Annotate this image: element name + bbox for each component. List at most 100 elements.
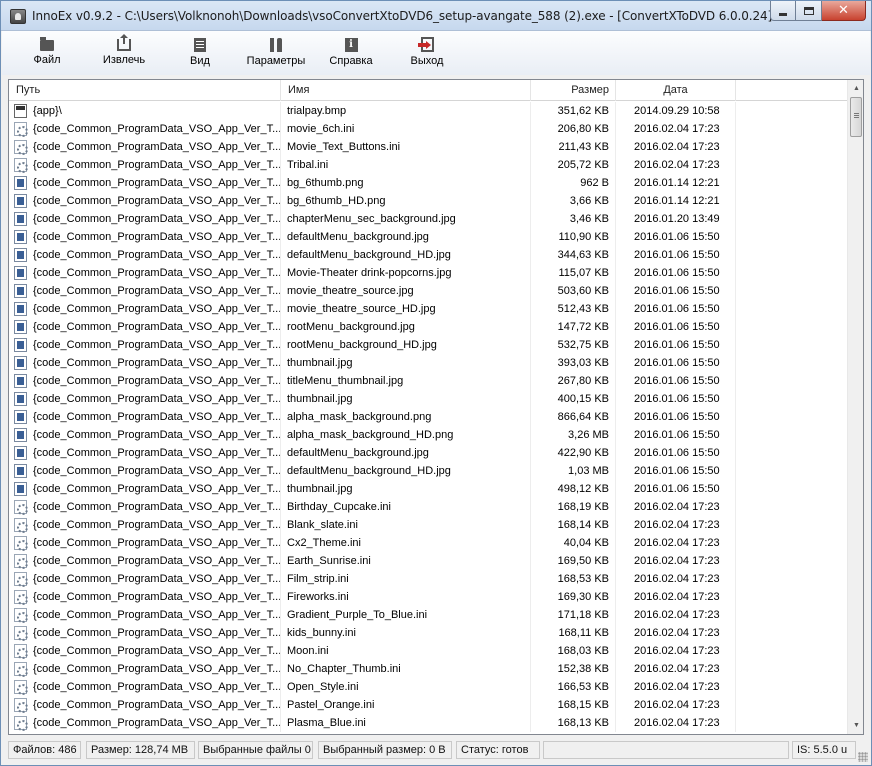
cell-date: 2016.02.04 17:23 (616, 624, 736, 642)
table-row[interactable]: {code_Common_ProgramData_VSO_App_Ver_T..… (9, 336, 847, 354)
table-row[interactable]: {code_Common_ProgramData_VSO_App_Ver_T..… (9, 570, 847, 588)
table-row[interactable]: {code_Common_ProgramData_VSO_App_Ver_T..… (9, 282, 847, 300)
table-row[interactable]: {code_Common_ProgramData_VSO_App_Ver_T..… (9, 120, 847, 138)
file-list[interactable]: Путь Имя Размер Дата {app}\ trialpay.bmp 3… (8, 79, 864, 735)
file-button[interactable]: Файл (31, 37, 63, 71)
table-row[interactable]: {code_Common_ProgramData_VSO_App_Ver_T..… (9, 606, 847, 624)
table-row[interactable]: {code_Common_ProgramData_VSO_App_Ver_T..… (9, 390, 847, 408)
table-row[interactable]: {code_Common_ProgramData_VSO_App_Ver_T..… (9, 714, 847, 732)
minimize-button[interactable] (770, 1, 796, 21)
cell-date: 2016.02.04 17:23 (616, 552, 736, 570)
params-button[interactable]: Параметры (243, 37, 309, 71)
path-text: {code_Common_ProgramData_VSO_App_Ver_T..… (33, 627, 281, 639)
table-row[interactable]: {app}\ trialpay.bmp 351,62 KB 2014.09.29 10… (9, 102, 847, 120)
table-row[interactable]: {code_Common_ProgramData_VSO_App_Ver_T..… (9, 174, 847, 192)
cell-date: 2016.02.04 17:23 (616, 534, 736, 552)
status-total-size: Размер: 128,74 MB (86, 741, 195, 759)
cell-size: 169,50 KB (531, 552, 616, 570)
cell-name: movie_6ch.ini (281, 120, 531, 138)
scroll-down-arrow-icon[interactable]: ▼ (848, 717, 863, 734)
cell-path: {code_Common_ProgramData_VSO_App_Ver_T..… (9, 138, 281, 156)
table-row[interactable]: {code_Common_ProgramData_VSO_App_Ver_T..… (9, 300, 847, 318)
table-row[interactable]: {code_Common_ProgramData_VSO_App_Ver_T..… (9, 228, 847, 246)
scrollbar-thumb[interactable] (850, 97, 862, 137)
table-row[interactable]: {code_Common_ProgramData_VSO_App_Ver_T..… (9, 660, 847, 678)
cell-path: {code_Common_ProgramData_VSO_App_Ver_T..… (9, 714, 281, 732)
cell-name: alpha_mask_background_HD.png (281, 426, 531, 444)
maximize-button[interactable] (796, 1, 822, 21)
help-button[interactable]: i Справка (327, 37, 375, 71)
cell-size: 422,90 KB (531, 444, 616, 462)
app-icon[interactable] (10, 9, 26, 24)
table-row[interactable]: {code_Common_ProgramData_VSO_App_Ver_T..… (9, 480, 847, 498)
path-text: {code_Common_ProgramData_VSO_App_Ver_T..… (33, 195, 281, 207)
table-row[interactable]: {code_Common_ProgramData_VSO_App_Ver_T..… (9, 210, 847, 228)
column-header-size[interactable]: Размер (531, 80, 616, 101)
cell-date: 2016.02.04 17:23 (616, 138, 736, 156)
scroll-up-arrow-icon[interactable]: ▲ (848, 80, 863, 97)
table-row[interactable]: {code_Common_ProgramData_VSO_App_Ver_T..… (9, 372, 847, 390)
cell-date: 2016.02.04 17:23 (616, 660, 736, 678)
cell-size: 166,53 KB (531, 678, 616, 696)
table-row[interactable]: {code_Common_ProgramData_VSO_App_Ver_T..… (9, 354, 847, 372)
cell-name: kids_bunny.ini (281, 624, 531, 642)
cell-path: {code_Common_ProgramData_VSO_App_Ver_T..… (9, 174, 281, 192)
table-row[interactable]: {code_Common_ProgramData_VSO_App_Ver_T..… (9, 138, 847, 156)
file-label: Файл (33, 54, 61, 66)
cell-date: 2016.02.04 17:23 (616, 516, 736, 534)
vertical-scrollbar[interactable]: ▲ ▼ (847, 80, 863, 734)
resize-grip-icon[interactable] (858, 752, 868, 762)
table-row[interactable]: {code_Common_ProgramData_VSO_App_Ver_T..… (9, 264, 847, 282)
cell-path: {code_Common_ProgramData_VSO_App_Ver_T..… (9, 624, 281, 642)
cell-path: {code_Common_ProgramData_VSO_App_Ver_T..… (9, 498, 281, 516)
cell-date: 2016.02.04 17:23 (616, 156, 736, 174)
table-row[interactable]: {code_Common_ProgramData_VSO_App_Ver_T..… (9, 534, 847, 552)
table-row[interactable]: {code_Common_ProgramData_VSO_App_Ver_T..… (9, 462, 847, 480)
table-row[interactable]: {code_Common_ProgramData_VSO_App_Ver_T..… (9, 498, 847, 516)
cell-date: 2016.02.04 17:23 (616, 588, 736, 606)
title-bar[interactable]: InnoEx v0.9.2 - C:\Users\Volknonoh\Downl… (1, 1, 871, 31)
table-row[interactable]: {code_Common_ProgramData_VSO_App_Ver_T..… (9, 192, 847, 210)
table-row[interactable]: {code_Common_ProgramData_VSO_App_Ver_T..… (9, 426, 847, 444)
table-row[interactable]: {code_Common_ProgramData_VSO_App_Ver_T..… (9, 318, 847, 336)
image-file-icon (14, 446, 27, 460)
exit-button[interactable]: Выход (407, 37, 447, 71)
extract-icon (117, 34, 131, 51)
table-row[interactable]: {code_Common_ProgramData_VSO_App_Ver_T..… (9, 588, 847, 606)
table-row[interactable]: {code_Common_ProgramData_VSO_App_Ver_T..… (9, 696, 847, 714)
table-row[interactable]: {code_Common_ProgramData_VSO_App_Ver_T..… (9, 642, 847, 660)
cell-path: {app}\ (9, 102, 281, 120)
table-row[interactable]: {code_Common_ProgramData_VSO_App_Ver_T..… (9, 552, 847, 570)
table-row[interactable]: {code_Common_ProgramData_VSO_App_Ver_T..… (9, 246, 847, 264)
cell-size: 1,03 MB (531, 462, 616, 480)
table-row[interactable]: {code_Common_ProgramData_VSO_App_Ver_T..… (9, 516, 847, 534)
table-row[interactable]: {code_Common_ProgramData_VSO_App_Ver_T..… (9, 678, 847, 696)
view-button[interactable]: Вид (186, 37, 214, 71)
column-header-date[interactable]: Дата (616, 80, 736, 101)
table-row[interactable]: {code_Common_ProgramData_VSO_App_Ver_T..… (9, 156, 847, 174)
cell-path: {code_Common_ProgramData_VSO_App_Ver_T..… (9, 264, 281, 282)
cell-date: 2016.01.06 15:50 (616, 444, 736, 462)
cell-path: {code_Common_ProgramData_VSO_App_Ver_T..… (9, 642, 281, 660)
path-text: {code_Common_ProgramData_VSO_App_Ver_T..… (33, 609, 281, 621)
cell-name: Moon.ini (281, 642, 531, 660)
cell-size: 211,43 KB (531, 138, 616, 156)
close-button[interactable]: ✕ (822, 1, 866, 21)
cell-size: 168,53 KB (531, 570, 616, 588)
column-header-path[interactable]: Путь (9, 80, 281, 101)
cell-path: {code_Common_ProgramData_VSO_App_Ver_T..… (9, 444, 281, 462)
path-text: {code_Common_ProgramData_VSO_App_Ver_T..… (33, 519, 281, 531)
cell-size: 205,72 KB (531, 156, 616, 174)
cell-date: 2016.02.04 17:23 (616, 696, 736, 714)
column-header-name[interactable]: Имя (281, 80, 531, 101)
table-row[interactable]: {code_Common_ProgramData_VSO_App_Ver_T..… (9, 444, 847, 462)
cell-date: 2016.01.06 15:50 (616, 246, 736, 264)
cell-path: {code_Common_ProgramData_VSO_App_Ver_T..… (9, 678, 281, 696)
toolbar: Файл Извлечь Вид Параметры i Справка Вых… (2, 31, 870, 75)
extract-button[interactable]: Извлечь (98, 34, 150, 71)
table-row[interactable]: {code_Common_ProgramData_VSO_App_Ver_T..… (9, 624, 847, 642)
cell-path: {code_Common_ProgramData_VSO_App_Ver_T..… (9, 462, 281, 480)
cell-path: {code_Common_ProgramData_VSO_App_Ver_T..… (9, 372, 281, 390)
table-row[interactable]: {code_Common_ProgramData_VSO_App_Ver_T..… (9, 408, 847, 426)
cell-name: defaultMenu_background.jpg (281, 444, 531, 462)
